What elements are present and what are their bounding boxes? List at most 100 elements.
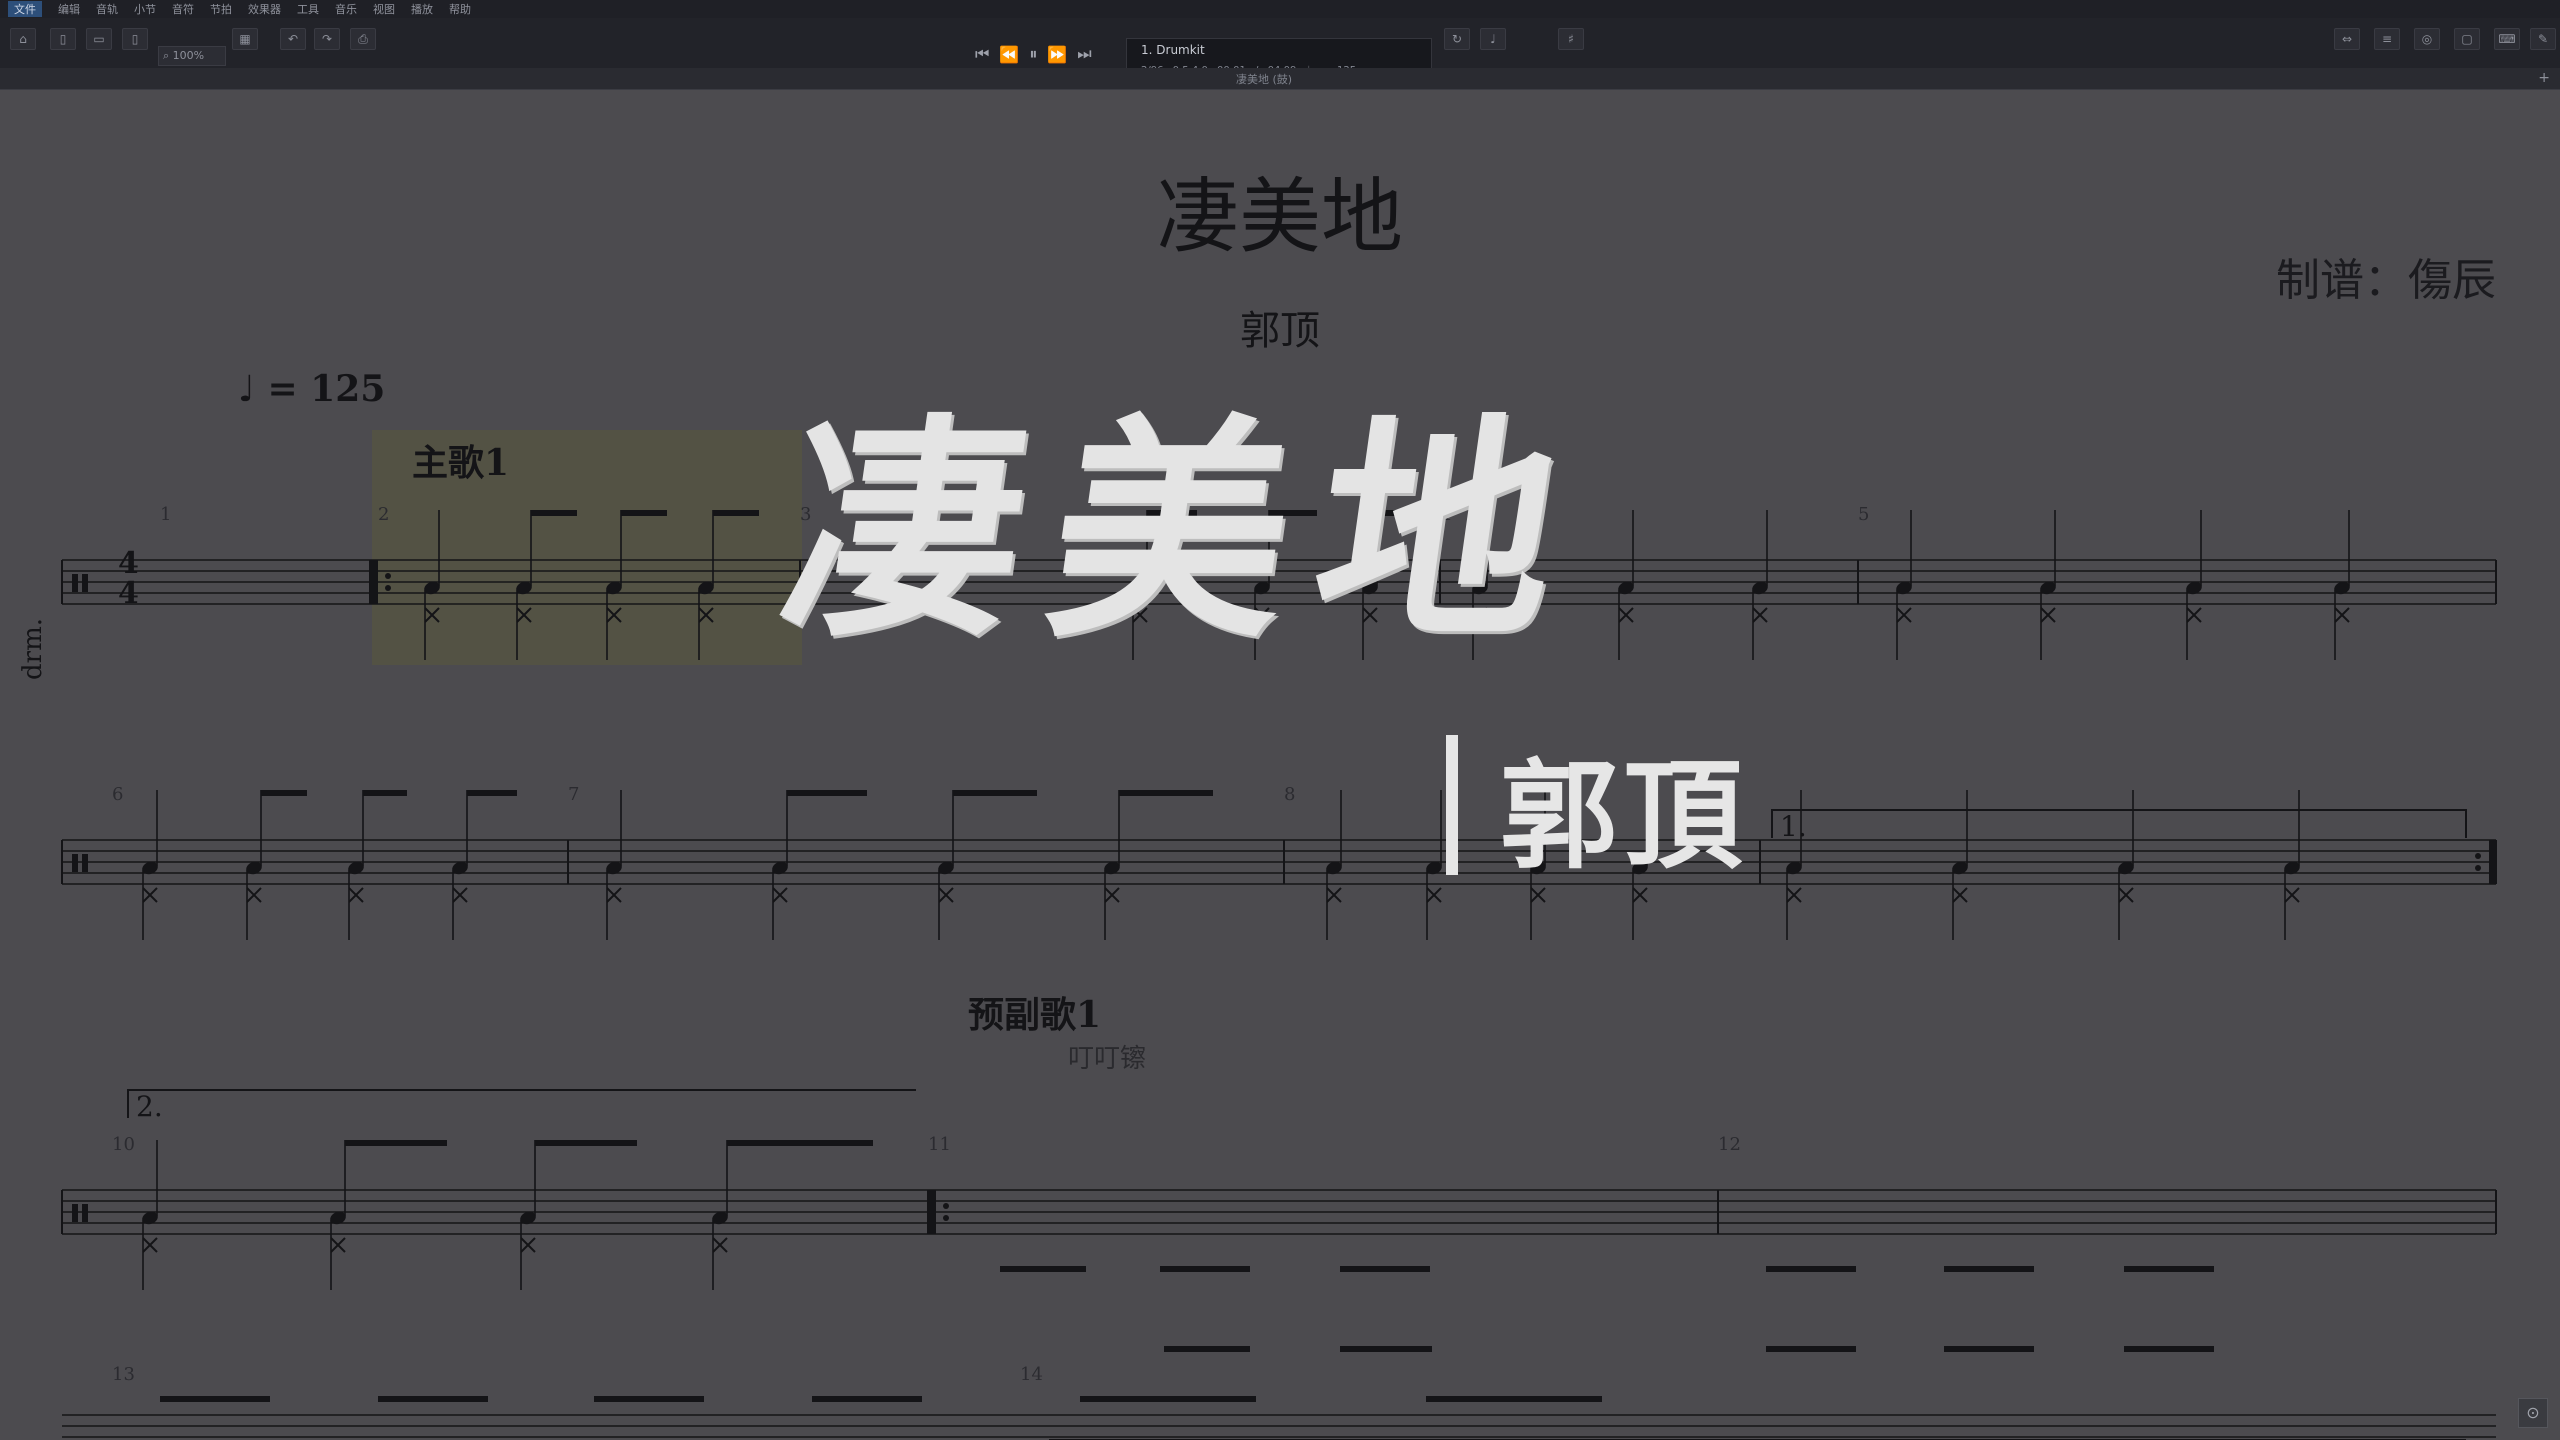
note-beam — [953, 790, 1037, 796]
repeat-thick-bar — [371, 560, 378, 604]
score-title: 凄美地 — [1156, 170, 1403, 265]
note-beam — [535, 1140, 637, 1146]
cymbal-beam — [1766, 1346, 1856, 1352]
menu-note[interactable]: 音符 — [172, 1, 194, 17]
menu-beat[interactable]: 节拍 — [210, 1, 232, 17]
note-beam — [531, 510, 577, 516]
metronome-icon[interactable]: ♩ — [1480, 28, 1506, 50]
menu-help[interactable]: 帮助 — [449, 1, 471, 17]
watermark-artist: 郭頂 — [1500, 746, 1749, 885]
monitor-icon[interactable]: ▢ — [2454, 28, 2480, 50]
cymbal-beam — [1944, 1266, 2034, 1272]
cymbal-beam — [2124, 1346, 2214, 1352]
repeat-dot — [2475, 853, 2481, 859]
repeat-dot — [2475, 865, 2481, 871]
menu-track[interactable]: 音轨 — [96, 1, 118, 17]
menu-edit[interactable]: 编辑 — [58, 1, 80, 17]
volta-label: 1. — [1780, 810, 1807, 843]
toolbar: ⌂ ▯ ▭ ▯ ⌕ 100% ▦ ↶ ↷ ⎙ ⏮ ⏪ ⏸ ⏩ ⏭ 1. Drum… — [0, 18, 2560, 82]
print-icon[interactable]: ⎙ — [350, 28, 376, 50]
note-beam — [727, 1140, 873, 1146]
score-canvas[interactable]: 441234567810111213141.2.1. 凄美地 郭顶 制谱：傷辰 … — [0, 90, 2560, 1440]
menu-playback[interactable]: 播放 — [411, 1, 433, 17]
bar-number: 5 — [1858, 504, 1869, 525]
repeat-dot — [385, 573, 391, 579]
note-beam — [787, 790, 867, 796]
keyboard-icon[interactable]: ⌨ — [2494, 28, 2520, 50]
transport-controls: ⏮ ⏪ ⏸ ⏩ ⏭ — [975, 44, 1092, 64]
note-beam — [1426, 1396, 1602, 1402]
note-beam — [363, 790, 407, 796]
cymbal-beam — [1766, 1266, 1856, 1272]
cymbal-beam — [2124, 1266, 2214, 1272]
bar-number: 8 — [1284, 784, 1295, 805]
layout-icon[interactable]: ▦ — [232, 28, 258, 50]
note-beam — [812, 1396, 922, 1402]
score-transcriber: 制谱：傷辰 — [2276, 255, 2496, 306]
repeat-dot — [385, 585, 391, 591]
pause-icon[interactable]: ⏸ — [1029, 44, 1037, 64]
zoom-fit-icon[interactable]: ⊙ — [2518, 1398, 2548, 1428]
pitch-icon[interactable]: ♯ — [1558, 28, 1584, 50]
redo-icon[interactable]: ↷ — [314, 28, 340, 50]
watermark-title: 凄美地 — [767, 392, 1605, 670]
note-beam — [713, 510, 759, 516]
volta-bracket — [1771, 809, 2467, 838]
note-beam — [1119, 790, 1213, 796]
menu-view[interactable]: 视图 — [373, 1, 395, 17]
cymbal-beam — [1160, 1266, 1250, 1272]
bar-number: 12 — [1718, 1134, 1741, 1155]
repeat-thick-bar — [2489, 840, 2496, 884]
menu-bar: 文件 编辑 音轨 小节 音符 节拍 效果器 工具 音乐 视图 播放 帮助 — [0, 0, 2560, 18]
tuner-icon[interactable]: ◎ — [2414, 28, 2440, 50]
edit-icon[interactable]: ✎ — [2530, 28, 2556, 50]
menu-file[interactable]: 文件 — [8, 1, 42, 17]
document-tab[interactable]: 凄美地 (鼓) — [0, 71, 2528, 87]
note-beam — [594, 1396, 704, 1402]
home-icon[interactable]: ⌂ — [10, 28, 36, 50]
zoom-select[interactable]: ⌕ 100% — [158, 46, 226, 66]
repeat-dot — [943, 1215, 949, 1221]
panel-bottom-icon[interactable]: ▭ — [86, 28, 112, 50]
percussion-clef — [82, 574, 88, 592]
percussion-clef — [72, 854, 78, 872]
menu-tools[interactable]: 工具 — [297, 1, 319, 17]
percussion-clef — [72, 574, 78, 592]
track-name: 1. Drumkit — [1141, 43, 1205, 57]
cymbal-beam — [1164, 1346, 1250, 1352]
undo-icon[interactable]: ↶ — [280, 28, 306, 50]
panel-left-icon[interactable]: ▯ — [50, 28, 76, 50]
section-label-prechorus: 预副歌1 — [968, 994, 1102, 1036]
percussion-clef — [72, 1204, 78, 1222]
volta-bracket — [127, 1089, 916, 1118]
view-toggle-icon[interactable]: ⇔ — [2334, 28, 2360, 50]
note-beam — [160, 1396, 270, 1402]
add-tab-icon[interactable]: + — [2538, 70, 2550, 86]
mixer-icon[interactable]: ≡ — [2374, 28, 2400, 50]
repeat-dot — [943, 1203, 949, 1209]
note-beam — [621, 510, 667, 516]
forward-icon[interactable]: ⏩ — [1047, 45, 1067, 64]
document-tab-bar: 凄美地 (鼓) + — [0, 68, 2560, 90]
menu-music[interactable]: 音乐 — [335, 1, 357, 17]
cymbal-beam — [1000, 1266, 1086, 1272]
loop-icon[interactable]: ↻ — [1444, 28, 1470, 50]
skip-last-icon[interactable]: ⏭ — [1077, 44, 1091, 64]
bar-number: 6 — [112, 784, 123, 805]
time-signature-bottom: 4 — [118, 576, 139, 611]
percussion-clef — [82, 1204, 88, 1222]
cymbal-beam — [1340, 1346, 1432, 1352]
cymbal-beam — [1340, 1266, 1430, 1272]
tempo-marking: ♩ = 125 — [238, 368, 386, 410]
skip-first-icon[interactable]: ⏮ — [975, 44, 989, 64]
cymbal-beam — [1944, 1346, 2034, 1352]
search-icon: ⌕ — [163, 49, 173, 62]
bar-number: 14 — [1020, 1364, 1043, 1385]
bar-number: 13 — [112, 1364, 135, 1385]
menu-bar-item[interactable]: 小节 — [134, 1, 156, 17]
panel-right-icon[interactable]: ▯ — [122, 28, 148, 50]
notation-svg: 441234567810111213141.2.1. — [61, 430, 2497, 1440]
rewind-icon[interactable]: ⏪ — [999, 45, 1019, 64]
zoom-value: 100% — [172, 49, 205, 62]
menu-effects[interactable]: 效果器 — [248, 1, 281, 17]
